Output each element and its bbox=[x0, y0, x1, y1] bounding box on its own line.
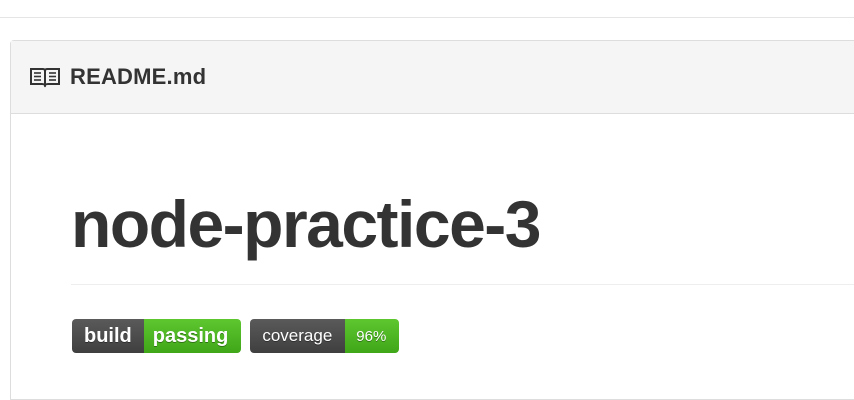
readme-panel: README.md node-practice-3 build passing … bbox=[10, 40, 854, 400]
book-icon bbox=[29, 66, 61, 88]
coverage-badge[interactable]: coverage 96% bbox=[250, 319, 400, 353]
readme-header: README.md bbox=[11, 41, 854, 114]
title-divider bbox=[71, 284, 854, 285]
readme-filename: README.md bbox=[70, 64, 207, 89]
build-status-badge[interactable]: build passing bbox=[72, 319, 242, 353]
top-panel-edge bbox=[0, 0, 854, 18]
project-title: node-practice-3 bbox=[71, 187, 541, 261]
badge-row: build passing coverage 96% bbox=[72, 319, 400, 353]
badge-label: coverage bbox=[250, 319, 346, 353]
badge-label: build bbox=[72, 319, 144, 353]
badge-value: passing bbox=[143, 319, 242, 353]
badge-value: 96% bbox=[345, 319, 400, 353]
